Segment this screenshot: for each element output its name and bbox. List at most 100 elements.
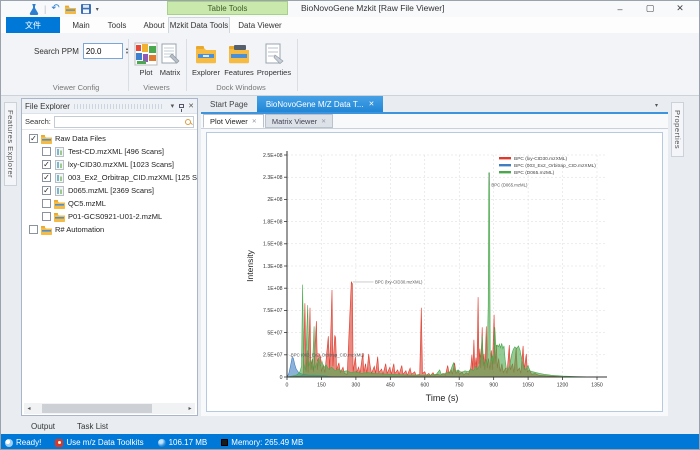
folder-icon <box>41 225 52 235</box>
viewer-tab-strip: Plot Viewer✕ Matrix Viewer ✕ <box>201 114 668 129</box>
search-row: Search: <box>22 114 197 130</box>
search-ppm-label: Search PPM <box>34 47 79 56</box>
search-icon[interactable] <box>185 119 191 125</box>
tab-matrix-viewer-label: Matrix Viewer <box>272 117 317 126</box>
close-button[interactable]: ✕ <box>665 1 695 16</box>
folder-icon <box>54 199 65 209</box>
scroll-left-icon[interactable]: ◂ <box>24 405 34 412</box>
tree-item[interactable]: ✓003_Ex2_Orbitrap_CID.mzXML [125 Sc <box>22 171 197 184</box>
ready-icon <box>5 439 13 447</box>
svg-text:750: 750 <box>455 383 464 389</box>
tab-tools[interactable]: Tools <box>99 17 135 33</box>
tab-task-list[interactable]: Task List <box>77 422 108 431</box>
peak-annotation: BPC (003_Ex2_Orbitrap_CID.mzXML) <box>291 353 365 358</box>
open-folder-icon[interactable] <box>65 5 76 14</box>
y-axis-title: Intensity <box>245 249 255 281</box>
undo-icon[interactable]: ↶ <box>51 4 59 14</box>
document-tab-strip: Start Page BioNovoGene M/Z Data T... ✕ ▾ <box>201 98 668 114</box>
matrix-icon <box>158 42 182 66</box>
toolkit-icon <box>55 439 63 447</box>
tree-item[interactable]: R# Automation <box>22 223 197 236</box>
tree-item[interactable]: Test-CD.mzXML [496 Scans] <box>22 145 197 158</box>
svg-text:7.5E+07: 7.5E+07 <box>263 308 283 314</box>
tab-output[interactable]: Output <box>31 422 55 431</box>
peak-annotation: BPC (D065.mzML) <box>491 183 528 188</box>
tab-main[interactable]: Main <box>63 17 99 33</box>
title-bar: | ↶ ▾ Table Tools BioNovoGene Mzkit [Raw… <box>1 1 699 17</box>
tree-item-label: Test-CD.mzXML [496 Scans] <box>68 147 164 156</box>
svg-text:600: 600 <box>420 383 429 389</box>
group-label-viewers: Viewers <box>129 83 184 92</box>
tab-close-icon[interactable]: ✕ <box>368 100 374 108</box>
window-position-icon[interactable]: ▾ <box>171 102 175 110</box>
svg-text:2.5E+08: 2.5E+08 <box>263 153 283 159</box>
svg-text:0: 0 <box>286 383 289 389</box>
main-area: Features Explorer Properties File Explor… <box>1 96 699 419</box>
file-icon <box>54 160 65 170</box>
legend-swatch <box>499 164 511 166</box>
legend-swatch <box>499 157 511 159</box>
checkbox[interactable]: ✓ <box>29 134 38 143</box>
search-label: Search: <box>25 117 51 126</box>
side-tab-properties[interactable]: Properties <box>671 102 684 157</box>
tree-item[interactable]: P01-GCS0921-U01-2.mzML <box>22 210 197 223</box>
checkbox[interactable] <box>42 212 51 221</box>
tab-matrix-viewer[interactable]: Matrix Viewer ✕ <box>265 114 333 128</box>
tree-item[interactable]: ✓lxy-CID30.mzXML [1023 Scans] <box>22 158 197 171</box>
tab-mzkit-data-tools[interactable]: Mzkit Data Tools <box>168 17 230 33</box>
minimize-button[interactable]: – <box>605 1 635 16</box>
tree-item-label: Raw Data Files <box>55 134 106 143</box>
tab-start-page[interactable]: Start Page <box>201 96 257 112</box>
search-input[interactable] <box>54 116 194 128</box>
properties-button-label: Properties <box>257 68 291 77</box>
save-icon[interactable] <box>81 4 91 14</box>
tree-item[interactable]: ✓D065.mzML [2369 Scans] <box>22 184 197 197</box>
bottom-panel-tabs: Output Task List <box>1 419 699 434</box>
tab-list-dropdown-icon[interactable]: ▾ <box>655 102 658 109</box>
tree-item[interactable]: ✓ Raw Data Files <box>22 132 197 145</box>
status-ready: Ready! <box>16 438 41 447</box>
ribbon: Search PPM ▴▾ Viewer Config Plot Matrix … <box>1 33 699 96</box>
header-grip <box>74 104 163 109</box>
tab-close-icon[interactable]: ✕ <box>252 118 257 125</box>
tab-close-icon[interactable]: ✕ <box>321 118 326 125</box>
checkbox[interactable]: ✓ <box>42 186 51 195</box>
series-area <box>287 282 597 377</box>
checkbox[interactable] <box>42 147 51 156</box>
tab-data-viewer[interactable]: Data Viewer <box>232 17 288 33</box>
tab-file[interactable]: 文件 <box>6 17 60 33</box>
scrollbar-track[interactable] <box>34 404 185 413</box>
file-explorer-title: File Explorer <box>25 102 70 111</box>
side-tab-features-explorer[interactable]: Features Explorer <box>4 102 17 186</box>
search-ppm-input[interactable] <box>83 43 123 59</box>
folder-icon <box>41 134 52 144</box>
horizontal-scrollbar[interactable]: ◂ ▸ <box>24 403 195 414</box>
file-icon <box>54 186 65 196</box>
checkbox[interactable]: ✓ <box>42 173 51 182</box>
svg-text:150: 150 <box>317 383 326 389</box>
pin-icon[interactable] <box>179 104 184 108</box>
x-axis-title: Time (s) <box>426 393 459 403</box>
customize-dropdown-icon[interactable]: ▾ <box>96 6 99 13</box>
file-tree: ✓ Raw Data Files Test-CD.mzXML [496 Scans]… <box>22 131 197 402</box>
legend-label: BPC (003_Ex2_Orbitrap_CID.mzXML) <box>514 163 596 169</box>
tab-plot-viewer[interactable]: Plot Viewer✕ <box>203 114 264 128</box>
svg-text:1.5E+08: 1.5E+08 <box>263 242 283 248</box>
tab-mz-data-viewer[interactable]: BioNovoGene M/Z Data T... ✕ <box>257 96 384 112</box>
file-explorer-panel: File Explorer ▾ ✕ Search: ✓ Raw Data File… <box>21 98 198 416</box>
svg-text:1350: 1350 <box>591 383 603 389</box>
svg-text:2.3E+08: 2.3E+08 <box>263 175 283 181</box>
document-area: Start Page BioNovoGene M/Z Data T... ✕ ▾… <box>201 98 668 416</box>
plot-viewer-content: 015030045060075090010501200135002.5E+075… <box>201 129 668 416</box>
legend-label: BPC (D065.mzML) <box>514 170 555 176</box>
flask-icon[interactable] <box>29 4 39 15</box>
close-panel-icon[interactable]: ✕ <box>188 102 194 110</box>
maximize-button[interactable]: ▢ <box>635 1 665 16</box>
scrollbar-thumb[interactable] <box>42 404 152 413</box>
tree-item[interactable]: QC5.mzML <box>22 197 197 210</box>
checkbox[interactable] <box>29 225 38 234</box>
checkbox[interactable]: ✓ <box>42 160 51 169</box>
scroll-right-icon[interactable]: ▸ <box>185 405 195 412</box>
checkbox[interactable] <box>42 199 51 208</box>
ribbon-tab-row: 文件 Main Tools About Mzkit Data Tools Dat… <box>1 17 699 33</box>
